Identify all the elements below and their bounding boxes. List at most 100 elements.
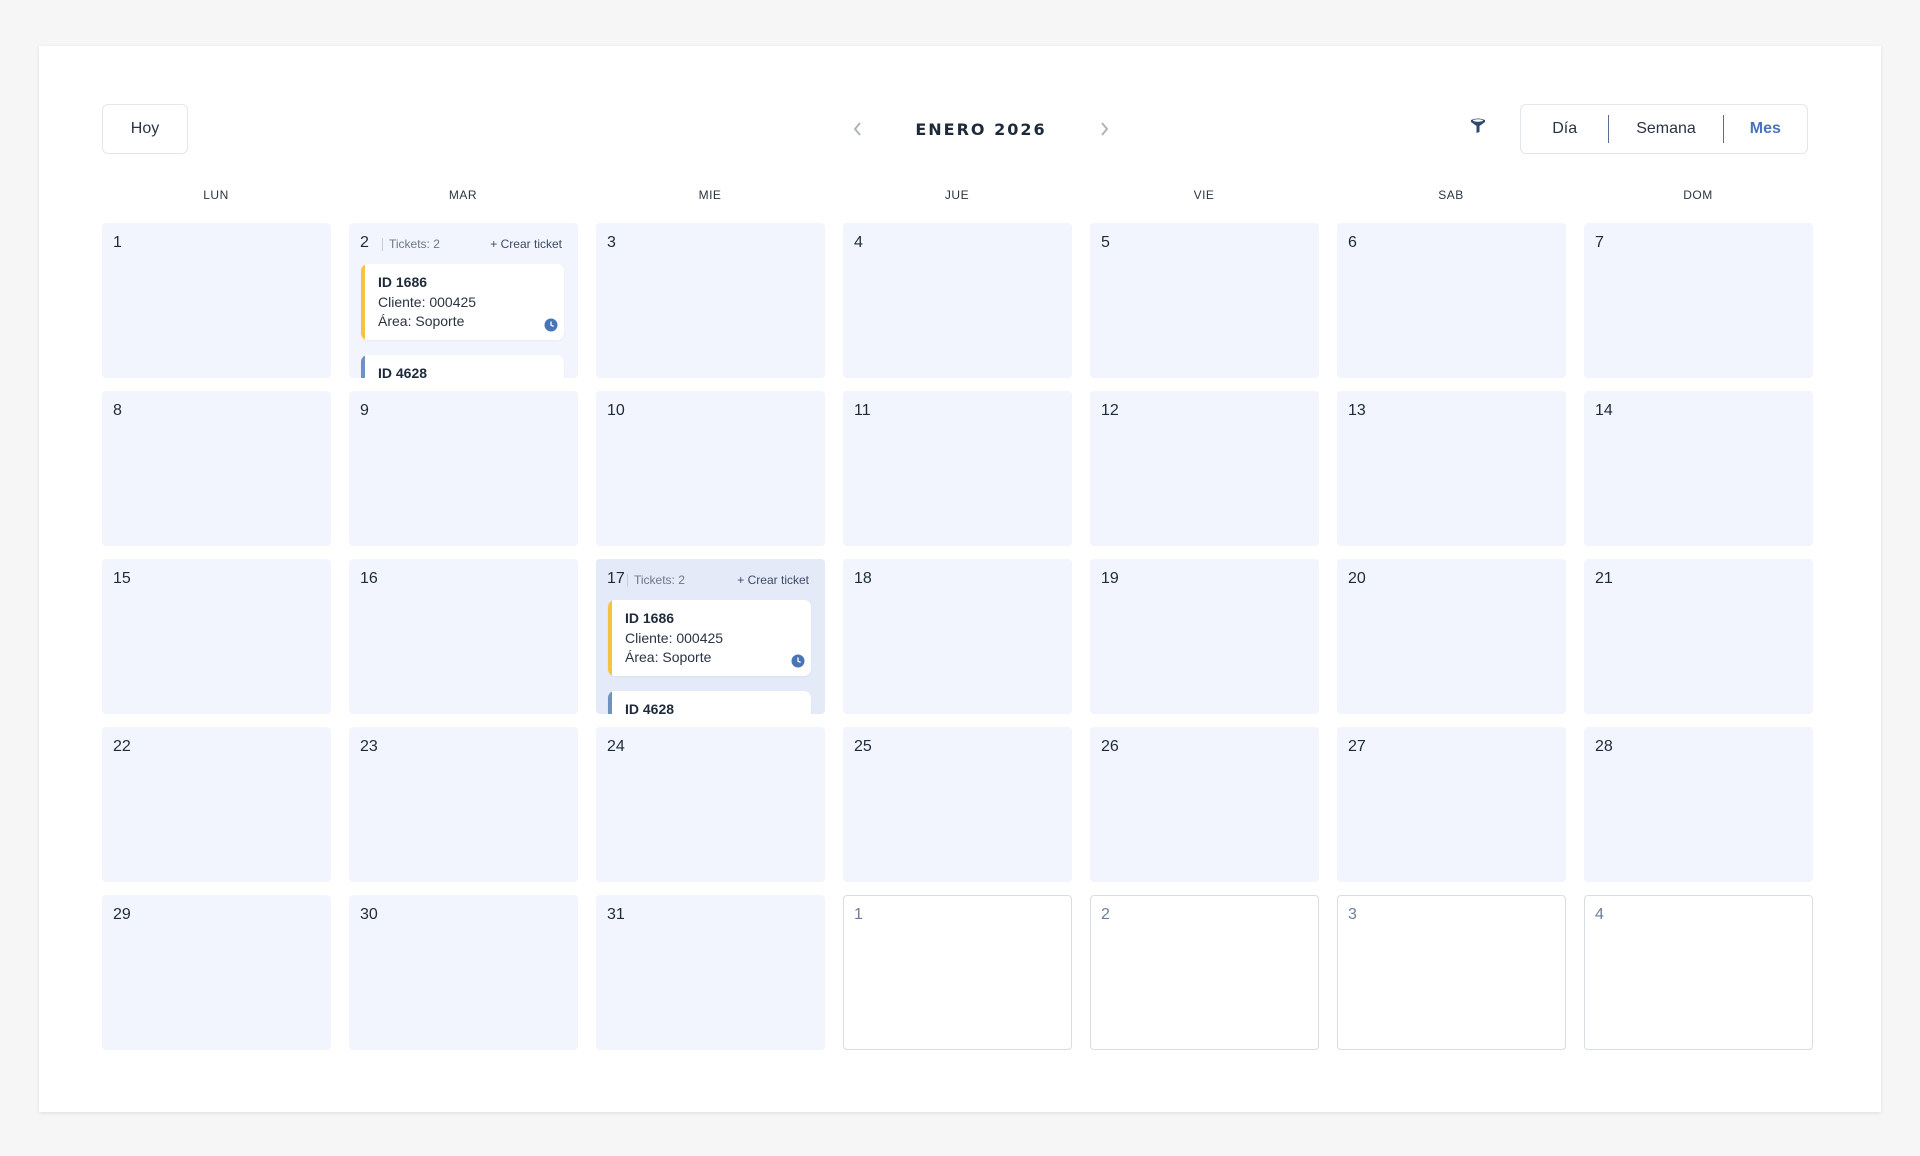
day-number: 17 (607, 570, 625, 587)
weekday-header: LUN MAR MIE JUE VIE SAB DOM (102, 188, 1816, 204)
day-cell[interactable]: 6 (1337, 223, 1566, 378)
day-cell[interactable]: 17 Tickets: 2 + Crear ticket ID 1686 Cliente… (596, 559, 825, 714)
create-ticket-link[interactable]: + Crear ticket (737, 573, 809, 587)
day-number: 5 (1101, 234, 1110, 251)
day-cell[interactable]: 2 (1090, 895, 1319, 1050)
day-number: 15 (113, 570, 131, 587)
day-cell[interactable]: 1 (843, 895, 1072, 1050)
day-ticket-header: Tickets: 2 + Crear ticket (627, 573, 809, 587)
day-number: 7 (1595, 234, 1604, 251)
day-cell[interactable]: 29 (102, 895, 331, 1050)
day-cell[interactable]: 13 (1337, 391, 1566, 546)
day-number: 22 (113, 738, 131, 755)
day-number: 4 (1595, 906, 1604, 923)
clock-icon (544, 318, 558, 332)
day-ticket-header: Tickets: 2 + Crear ticket (382, 237, 562, 251)
day-number: 14 (1595, 402, 1613, 419)
day-number: 19 (1101, 570, 1119, 587)
chevron-right-icon[interactable] (1092, 117, 1116, 141)
weekday-label: DOM (1683, 188, 1713, 202)
day-cell[interactable]: 22 (102, 727, 331, 882)
day-number: 26 (1101, 738, 1119, 755)
day-cell[interactable]: 5 (1090, 223, 1319, 378)
create-ticket-link[interactable]: + Crear ticket (490, 237, 562, 251)
funnel-icon[interactable] (1468, 116, 1492, 140)
day-number: 12 (1101, 402, 1119, 419)
day-cell[interactable]: 7 (1584, 223, 1813, 378)
day-cell[interactable]: 30 (349, 895, 578, 1050)
ticket-status-bar (361, 264, 365, 340)
today-button[interactable]: Hoy (102, 104, 188, 154)
ticket-client: Cliente: 000425 (625, 630, 724, 646)
tickets-count: Tickets: 2 (627, 573, 685, 587)
ticket-card[interactable]: ID 4628 (608, 691, 811, 714)
day-number: 28 (1595, 738, 1613, 755)
ticket-id: ID 1686 (625, 610, 675, 626)
ticket-area: Área: Soporte (378, 313, 465, 329)
day-number: 13 (1348, 402, 1366, 419)
day-cell[interactable]: 3 (1337, 895, 1566, 1050)
day-cell[interactable]: 25 (843, 727, 1072, 882)
day-number: 9 (360, 402, 369, 419)
day-number: 16 (360, 570, 378, 587)
ticket-status-bar (608, 600, 612, 676)
day-number: 24 (607, 738, 625, 755)
view-day-option[interactable]: Día (1521, 105, 1608, 153)
ticket-id: ID 4628 (625, 701, 675, 714)
chevron-left-icon[interactable] (846, 117, 870, 141)
day-number: 30 (360, 906, 378, 923)
view-month-option[interactable]: Mes (1724, 105, 1807, 153)
day-cell[interactable]: 2 Tickets: 2 + Crear ticket ID 1686 Cliente:… (349, 223, 578, 378)
day-number: 2 (1101, 906, 1110, 923)
ticket-area: Área: Soporte (625, 649, 712, 665)
weekday-label: MIE (698, 188, 722, 202)
day-cell[interactable]: 24 (596, 727, 825, 882)
day-number: 18 (854, 570, 872, 587)
day-number: 3 (607, 234, 616, 251)
ticket-status-bar (361, 355, 365, 378)
day-number: 20 (1348, 570, 1366, 587)
day-cell[interactable]: 4 (1584, 895, 1813, 1050)
day-number: 3 (1348, 906, 1357, 923)
day-cell[interactable]: 26 (1090, 727, 1319, 882)
day-number: 6 (1348, 234, 1357, 251)
day-number: 25 (854, 738, 872, 755)
day-number: 23 (360, 738, 378, 755)
day-cell[interactable]: 4 (843, 223, 1072, 378)
day-cell[interactable]: 27 (1337, 727, 1566, 882)
day-number: 1 (854, 906, 863, 923)
day-cell[interactable]: 1 (102, 223, 331, 378)
ticket-id: ID 1686 (378, 274, 428, 290)
day-number: 11 (854, 402, 871, 419)
day-cell[interactable]: 9 (349, 391, 578, 546)
day-number: 4 (854, 234, 863, 251)
day-cell[interactable]: 28 (1584, 727, 1813, 882)
day-cell[interactable]: 10 (596, 391, 825, 546)
ticket-id: ID 4628 (378, 365, 428, 378)
day-number: 2 (360, 234, 369, 251)
weekday-label: SAB (1438, 188, 1464, 202)
day-cell[interactable]: 14 (1584, 391, 1813, 546)
day-cell[interactable]: 18 (843, 559, 1072, 714)
day-cell[interactable]: 11 (843, 391, 1072, 546)
view-switcher: Día Semana Mes (1520, 104, 1808, 154)
day-cell[interactable]: 19 (1090, 559, 1319, 714)
day-number: 1 (113, 234, 122, 251)
day-number: 31 (607, 906, 625, 923)
day-cell[interactable]: 21 (1584, 559, 1813, 714)
day-cell[interactable]: 31 (596, 895, 825, 1050)
ticket-card[interactable]: ID 1686 Cliente: 000425 Área: Soporte (361, 264, 564, 340)
day-cell[interactable]: 20 (1337, 559, 1566, 714)
day-cell[interactable]: 16 (349, 559, 578, 714)
ticket-card[interactable]: ID 1686 Cliente: 000425 Área: Soporte (608, 600, 811, 676)
day-cell[interactable]: 12 (1090, 391, 1319, 546)
month-navigation: ENERO 2026 (846, 104, 1116, 154)
day-cell[interactable]: 3 (596, 223, 825, 378)
day-cell[interactable]: 15 (102, 559, 331, 714)
weekday-label: VIE (1193, 188, 1215, 202)
ticket-card[interactable]: ID 4628 (361, 355, 564, 378)
day-cell[interactable]: 23 (349, 727, 578, 882)
view-week-option[interactable]: Semana (1609, 105, 1722, 153)
ticket-status-bar (608, 691, 612, 714)
day-cell[interactable]: 8 (102, 391, 331, 546)
